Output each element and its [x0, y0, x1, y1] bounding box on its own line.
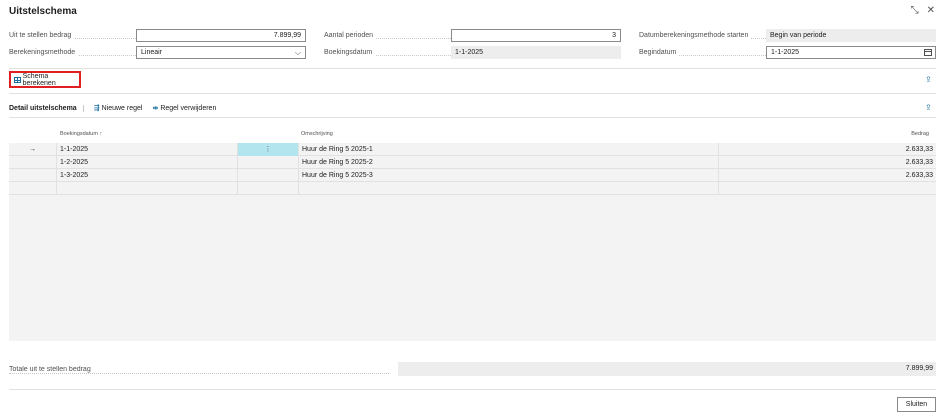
calculate-schedule-button[interactable]: Schema berekenen: [9, 71, 81, 88]
calculate-schedule-label: Schema berekenen: [22, 72, 56, 87]
new-line-label: Nieuwe regel: [101, 104, 143, 112]
calc-method-value: Lineair: [141, 49, 163, 56]
amount-to-defer-input[interactable]: 7.899,99: [136, 29, 306, 42]
divider: [9, 68, 936, 69]
col-header-description[interactable]: Omschrijving: [301, 131, 333, 137]
start-date-method-value: Begin van periode: [766, 29, 936, 42]
row-marker[interactable]: [9, 169, 57, 182]
cell-amount[interactable]: [719, 182, 936, 195]
total-amount-value: 7.899,99: [398, 362, 936, 376]
field-label-posting-date: Boekingsdatum: [324, 46, 451, 59]
lines-toolbar: Detail uitstelschema ⇶ Nieuwe regel ⇹ Re…: [9, 102, 216, 114]
start-date-input[interactable]: 1-1-2025: [766, 46, 936, 59]
total-label: Totale uit te stellen bedrag: [9, 366, 389, 376]
new-line-icon: ⇶: [93, 105, 100, 112]
cell-posting-date[interactable]: 1-3-2025: [57, 169, 238, 182]
table-row[interactable]: 1-3-2025 Huur de Ring 5 2025-3 2.633,33: [9, 169, 936, 182]
cell-amount[interactable]: 2.633,33: [719, 169, 936, 182]
cell-description[interactable]: Huur de Ring 5 2025-1: [299, 143, 719, 156]
page-title: Uitstelschema: [9, 6, 77, 17]
field-label-start-date: Begindatum: [639, 46, 766, 59]
cell-description[interactable]: Huur de Ring 5 2025-3: [299, 169, 719, 182]
cell-posting-date[interactable]: 1-2-2025: [57, 156, 238, 169]
divider: [9, 389, 936, 390]
col-header-posting-date[interactable]: Boekingsdatum ↑: [60, 131, 102, 137]
table-row[interactable]: 1-2-2025 Huur de Ring 5 2025-2 2.633,33: [9, 156, 936, 169]
row-menu-icon[interactable]: [238, 182, 299, 195]
cell-amount[interactable]: 2.633,33: [719, 143, 936, 156]
divider: [9, 117, 936, 118]
calc-method-select[interactable]: Lineair ⌵: [136, 46, 306, 59]
chevron-down-icon: ⌵: [294, 48, 301, 57]
field-label-periods: Aantal perioden: [324, 29, 451, 42]
row-marker[interactable]: [9, 156, 57, 169]
delete-line-label: Regel verwijderen: [160, 104, 217, 112]
lines-title: Detail uitstelschema: [9, 104, 84, 112]
posting-date-value: 1-1-2025: [451, 46, 621, 59]
window-controls: ⤡ ✕: [911, 6, 935, 16]
close-button[interactable]: Sluiten: [897, 397, 936, 412]
no-of-periods-input[interactable]: 3: [451, 29, 621, 42]
delete-line-button[interactable]: ⇹ Regel verwijderen: [152, 104, 217, 113]
close-icon[interactable]: ✕: [927, 6, 935, 16]
table-icon: [14, 76, 21, 83]
cell-posting-date[interactable]: 1-1-2025: [57, 143, 238, 156]
row-marker[interactable]: [9, 182, 57, 195]
collapse-icon[interactable]: ⤡: [911, 6, 919, 16]
share-lines-icon[interactable]: ⇪: [925, 104, 933, 112]
row-menu-icon[interactable]: ⋮: [238, 143, 299, 156]
field-label-start-method: Datumberekeningsmethode starten: [639, 29, 766, 42]
lines-table: Boekingsdatum ↑ Omschrijving Bedrag: [9, 128, 936, 143]
field-label-amount: Uit te stellen bedrag: [9, 29, 136, 42]
table-row[interactable]: → 1-1-2025 ⋮ Huur de Ring 5 2025-1 2.633,33: [9, 143, 936, 156]
row-menu-icon[interactable]: [238, 169, 299, 182]
new-line-button[interactable]: ⇶ Nieuwe regel: [93, 104, 143, 113]
cell-description[interactable]: [299, 182, 719, 195]
calendar-icon[interactable]: [924, 49, 932, 56]
share-icon[interactable]: ⇪: [925, 76, 933, 84]
start-date-value: 1-1-2025: [771, 49, 800, 56]
table-header: Boekingsdatum ↑ Omschrijving Bedrag: [9, 128, 936, 143]
row-menu-icon[interactable]: [238, 156, 299, 169]
col-header-amount[interactable]: Bedrag: [911, 131, 929, 137]
cell-amount[interactable]: 2.633,33: [719, 156, 936, 169]
delete-line-icon: ⇹: [152, 105, 159, 112]
field-label-calc-method: Berekeningsmethode: [9, 46, 136, 59]
table-row[interactable]: [9, 182, 936, 195]
cell-description[interactable]: Huur de Ring 5 2025-2: [299, 156, 719, 169]
row-marker[interactable]: →: [9, 143, 57, 156]
cell-posting-date[interactable]: [57, 182, 238, 195]
divider: [9, 93, 936, 94]
